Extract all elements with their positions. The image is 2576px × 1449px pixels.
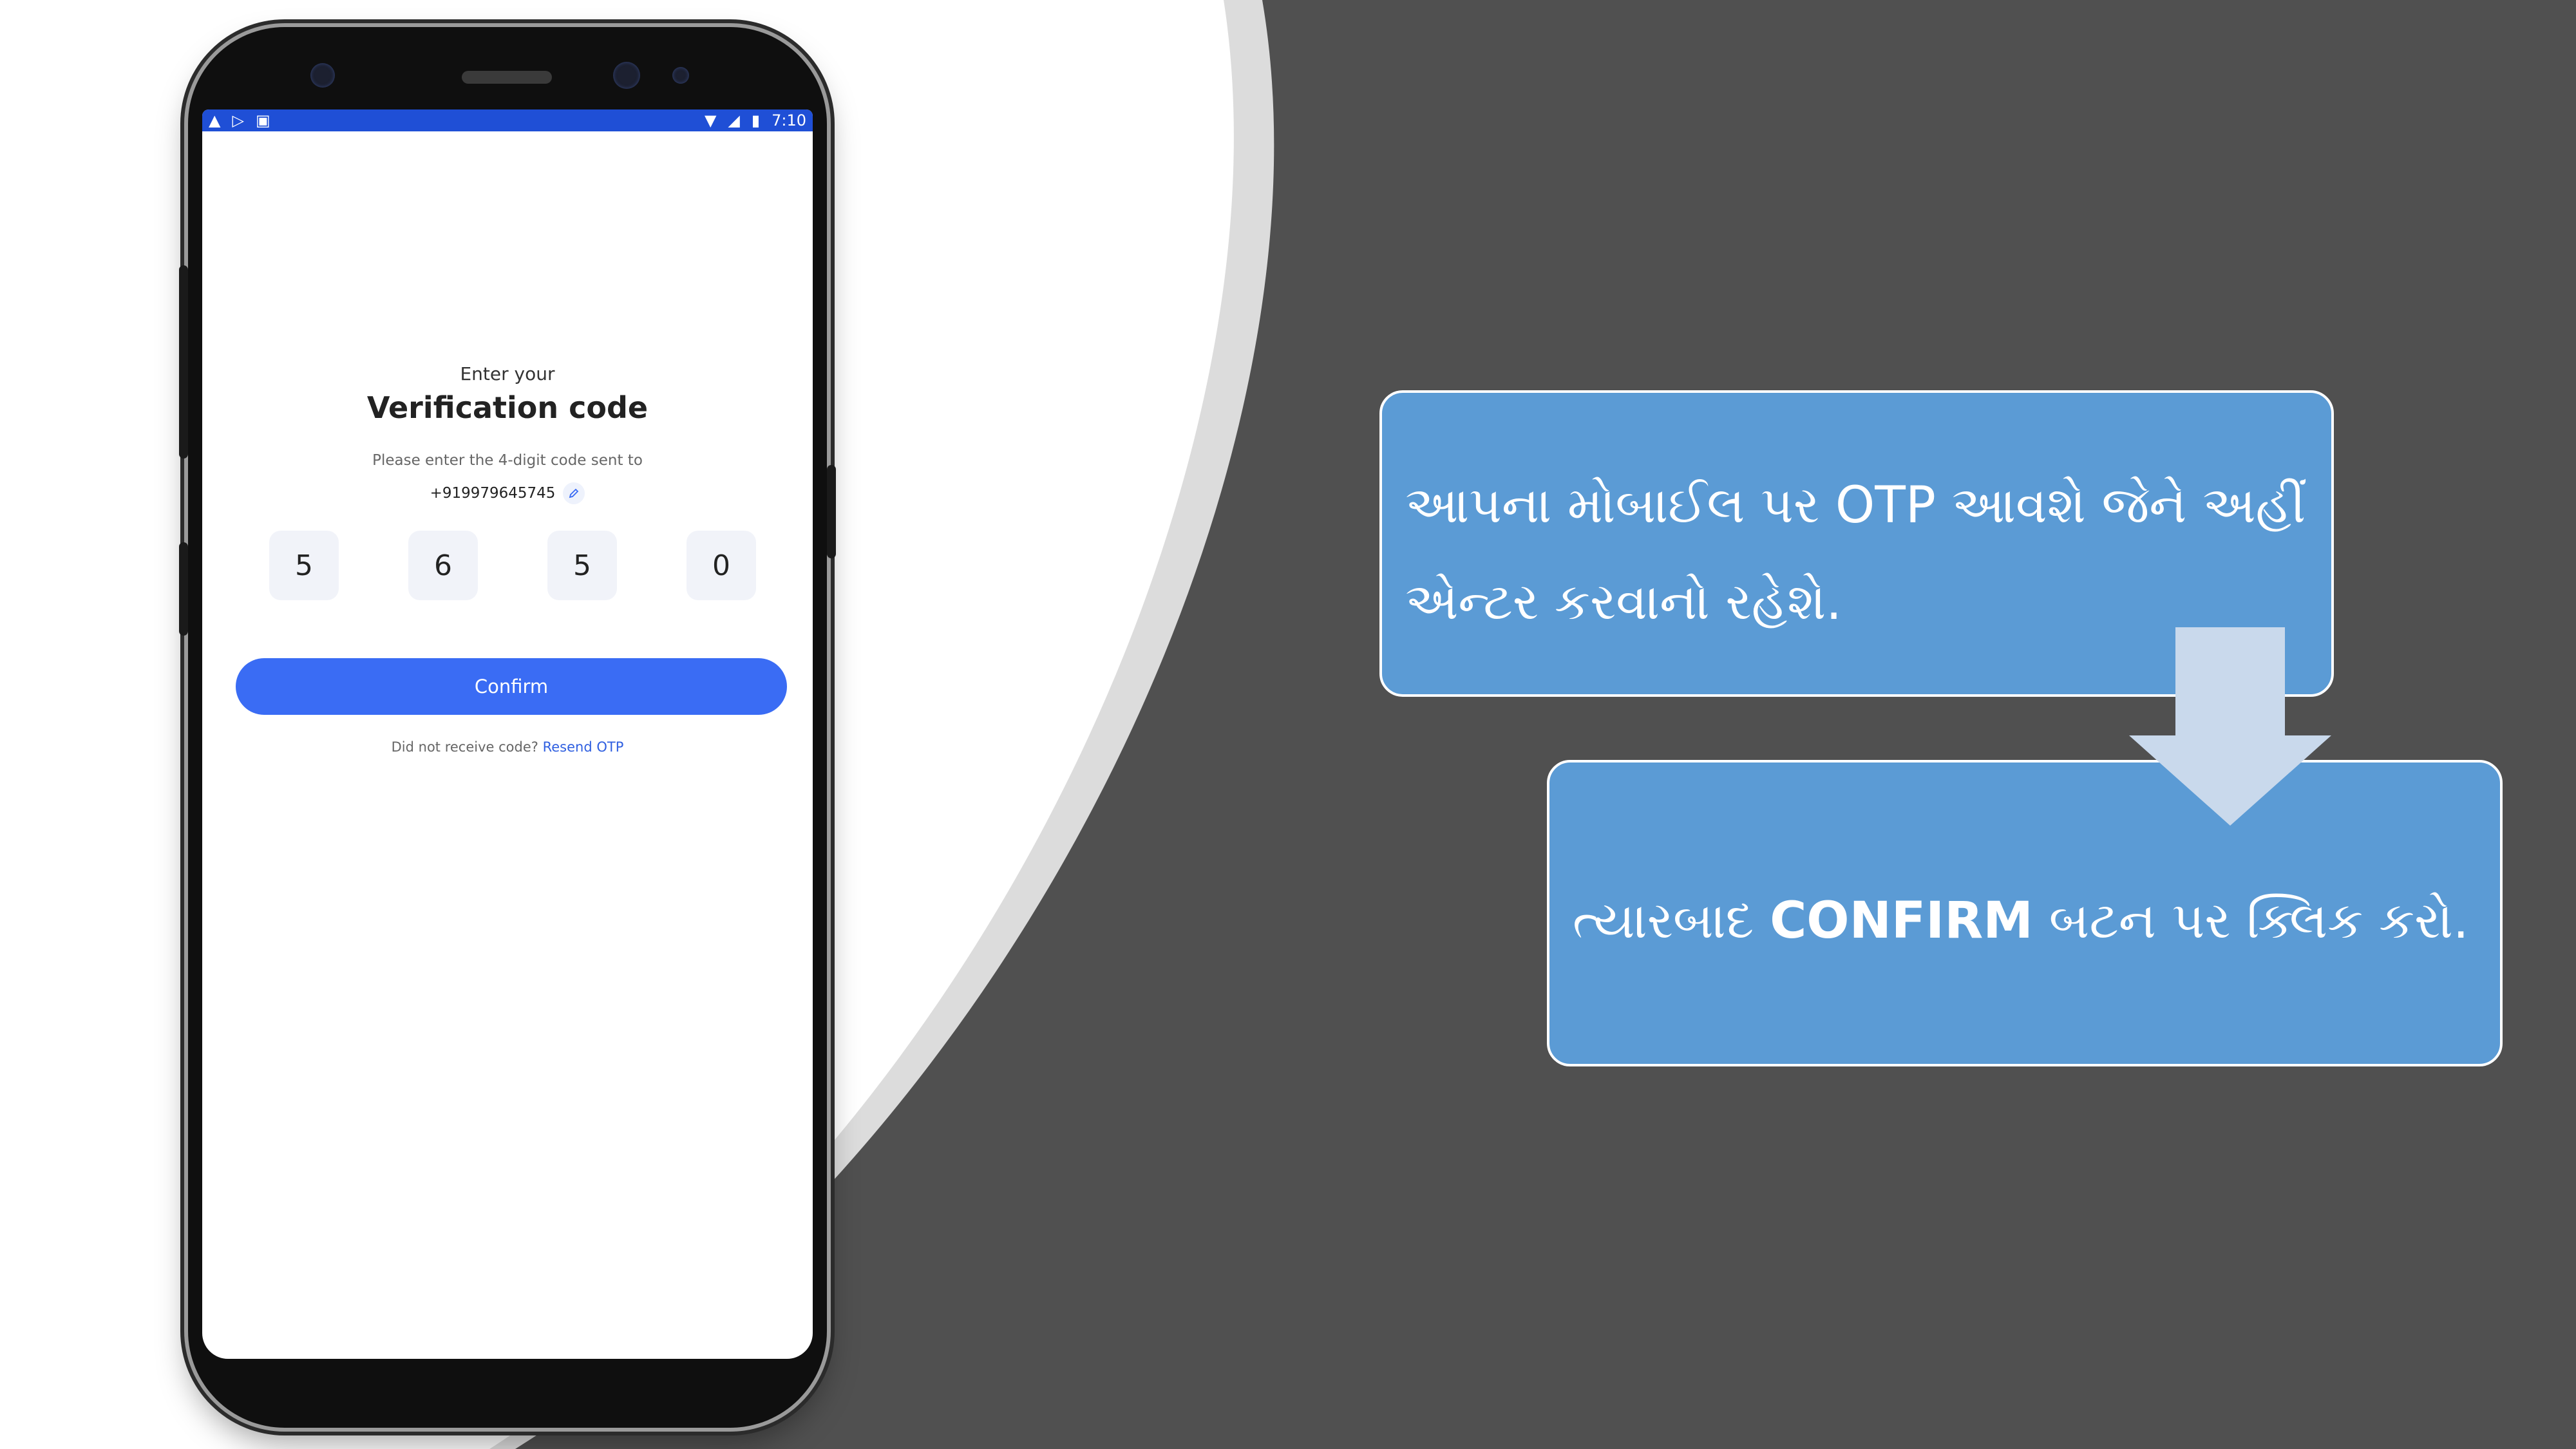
- otp-digit-3[interactable]: 5: [547, 531, 617, 600]
- volume-button: [179, 265, 188, 459]
- resend-row: Did not receive code? Resend OTP: [202, 739, 813, 755]
- iris-sensor: [672, 67, 689, 84]
- callout-confirm-text: ત્યારબાદ CONFIRM બટન પર ક્લિક કરો.: [1573, 889, 2487, 953]
- callout-confirm-prefix: ત્યારબાદ: [1573, 892, 1770, 950]
- resend-otp-link[interactable]: Resend OTP: [543, 739, 624, 755]
- otp-digit-4[interactable]: 0: [687, 531, 756, 600]
- status-bar: ▲ ▷ ▣ ▼ ◢ ▮ 7:10: [202, 109, 813, 131]
- status-time: 7:10: [772, 111, 806, 129]
- confirm-button[interactable]: Confirm: [236, 658, 787, 715]
- power-button: [827, 465, 836, 558]
- wifi-icon: ▼: [704, 111, 717, 129]
- edit-icon[interactable]: [563, 482, 585, 504]
- resend-prompt: Did not receive code?: [391, 739, 538, 755]
- page-title: Verification code: [366, 390, 649, 425]
- phone-mockup: ▲ ▷ ▣ ▼ ◢ ▮ 7:10 Enter your Verification…: [179, 27, 836, 1428]
- signal-icon: ◢: [728, 111, 740, 129]
- earpiece-speaker: [462, 71, 552, 84]
- phone-number: +919979645745: [430, 485, 556, 502]
- bixby-button: [179, 542, 188, 636]
- callout-confirm-instruction: ત્યારબાદ CONFIRM બટન પર ક્લિક કરો.: [1547, 760, 2503, 1066]
- proximity-sensor: [310, 63, 335, 88]
- play-store-icon: ▷: [232, 111, 244, 129]
- notification-icon: ▣: [255, 111, 270, 129]
- phone-screen: ▲ ▷ ▣ ▼ ◢ ▮ 7:10 Enter your Verification…: [202, 109, 813, 1359]
- battery-icon: ▮: [751, 111, 761, 129]
- callout-confirm-suffix: બટન પર ક્લિક કરો.: [2032, 892, 2469, 950]
- callout-confirm-emphasis: CONFIRM: [1770, 892, 2033, 950]
- down-arrow-icon: [2129, 627, 2331, 826]
- instruction-text: Please enter the 4-digit code sent to: [372, 452, 643, 469]
- phone-number-row: +919979645745: [202, 482, 813, 504]
- otp-digit-1[interactable]: 5: [269, 531, 339, 600]
- front-camera: [613, 62, 640, 89]
- eyebrow-text: Enter your: [460, 363, 555, 384]
- otp-digit-2[interactable]: 6: [408, 531, 478, 600]
- warning-icon: ▲: [209, 111, 221, 129]
- callout-otp-text: આપના મોબાઈલ પર OTP આવશે જેને અહીં એન્ટર …: [1405, 477, 2306, 631]
